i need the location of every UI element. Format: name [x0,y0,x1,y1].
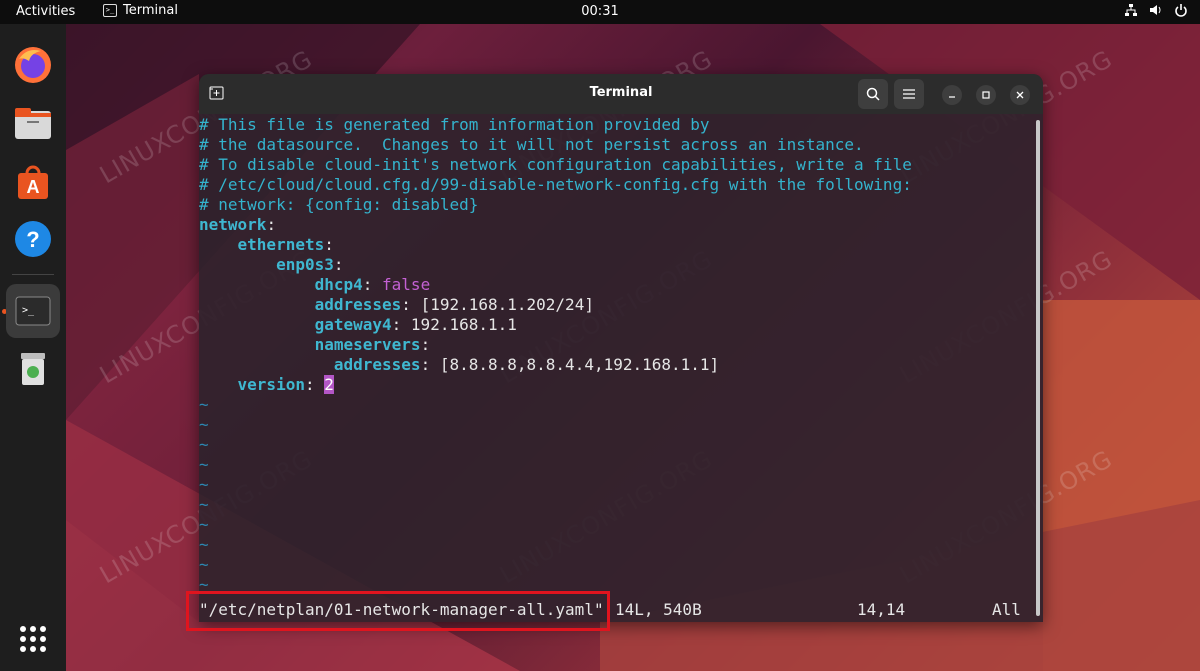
empty-line-marker: ~ [199,455,209,474]
trash-icon [21,353,45,385]
app-center-dock-item[interactable]: A [6,154,60,208]
scrollbar[interactable] [1033,114,1043,622]
grid-icon [20,626,46,652]
cursor: 2 [324,375,334,394]
trash-dock-item[interactable] [6,342,60,396]
terminal-dock-item[interactable]: >_ [6,284,60,338]
yaml-value: [8.8.8.8,8.8.4.4,192.168.1.1] [439,355,720,374]
minimize-icon [949,96,955,98]
yaml-line: enp0s3: [276,255,344,274]
yaml-key: dhcp4 [314,275,363,294]
top-bar: Activities >_ Terminal 00:31 [0,0,1200,24]
close-icon [1016,91,1024,99]
yaml-key: ethernets [237,235,325,254]
yaml-key: network [199,215,267,234]
activities-button[interactable]: Activities [16,4,75,19]
comment-line: # network: {config: disabled} [199,195,479,214]
yaml-key: enp0s3 [276,255,334,274]
yaml-key: addresses [333,355,421,374]
empty-line-marker: ~ [199,555,209,574]
comment-line: # This file is generated from informatio… [199,115,710,134]
yaml-key: version [237,375,305,394]
yaml-value: false [382,275,431,294]
menu-button[interactable] [894,79,924,109]
yaml-line: ethernets: [237,235,334,254]
hamburger-icon [903,89,915,99]
app-menu-label: Terminal [123,3,178,18]
empty-line-marker: ~ [199,415,209,434]
terminal-content[interactable]: # This file is generated from informatio… [199,114,1033,622]
comment-line: # the datasource. Changes to it will not… [199,135,864,154]
svg-text:>_: >_ [22,305,35,316]
yaml-line: nameservers: [314,335,431,354]
search-icon [866,87,880,101]
highlight-box [186,591,610,631]
maximize-icon [982,91,990,99]
system-tray[interactable] [1124,3,1188,17]
firefox-icon [15,47,51,83]
empty-line-marker: ~ [199,475,209,494]
yaml-line: version: 2 [237,375,334,394]
status-fileinfo: 14L, 540B [615,600,702,619]
search-button[interactable] [858,79,888,109]
window-titlebar[interactable]: Terminal [199,74,1043,114]
yaml-key: nameservers [314,335,421,354]
terminal-app-icon: >_ [103,4,117,17]
yaml-key: gateway4 [314,315,392,334]
empty-line-marker: ~ [199,515,209,534]
terminal-icon: >_ [15,296,51,326]
app-menu[interactable]: >_ Terminal [103,3,178,18]
app-center-icon: A [18,165,48,199]
comment-line: # /etc/cloud/cloud.cfg.d/99-disable-netw… [199,175,912,194]
yaml-line: addresses: [192.168.1.202/24] [314,295,594,314]
empty-line-marker: ~ [199,395,209,414]
yaml-line: addresses: [8.8.8.8,8.8.4.4,192.168.1.1] [333,355,720,374]
empty-line-marker: ~ [199,535,209,554]
svg-text:?: ? [26,227,39,252]
yaml-line: dhcp4: false [314,275,431,294]
yaml-key: addresses [314,295,402,314]
empty-line-marker: ~ [199,495,209,514]
yaml-line: network: [199,215,277,234]
clock[interactable]: 00:31 [581,4,618,19]
firefox-dock-item[interactable] [6,38,60,92]
minimize-button[interactable] [942,85,962,105]
help-dock-item[interactable]: ? [6,212,60,266]
show-apps-button[interactable] [6,612,60,666]
empty-line-marker: ~ [199,435,209,454]
comment-line: # To disable cloud-init's network config… [199,155,912,174]
yaml-value: 192.168.1.1 [410,315,517,334]
status-scroll: All [992,600,1021,619]
files-dock-item[interactable] [6,96,60,150]
dock: A ? >_ [0,24,66,671]
help-icon: ? [15,221,51,257]
volume-icon [1150,5,1161,15]
scrollbar-thumb[interactable] [1036,120,1040,616]
yaml-line: gateway4: 192.168.1.1 [314,315,517,334]
maximize-button[interactable] [976,85,996,105]
dock-separator [12,274,54,275]
folder-icon [15,108,51,139]
network-icon [1125,4,1137,16]
power-icon [1175,4,1187,17]
svg-text:A: A [27,177,40,197]
status-position: 14,14 [857,600,906,619]
yaml-value: [192.168.1.202/24] [420,295,594,314]
terminal-window: Terminal # This file is generated from i… [199,74,1043,622]
close-button[interactable] [1010,85,1030,105]
